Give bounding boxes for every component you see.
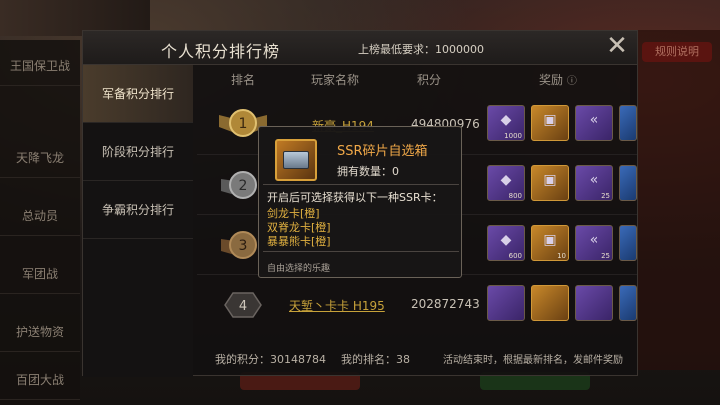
background-right-banner [630, 30, 720, 370]
reward-item[interactable] [487, 285, 525, 321]
item-description: 开启后可选择获得以下一种SSR卡： [267, 191, 443, 204]
reward-count: 800 [508, 192, 522, 200]
rules-button[interactable]: 规则说明 [642, 42, 712, 62]
table-row: 4 天堑丶卡卡 H195 202872743 [197, 275, 637, 335]
item-tooltip: SSR碎片自选箱 拥有数量：0 开启后可选择获得以下一种SSR卡： 剑龙卡[橙]… [258, 126, 462, 278]
background-event-list: 王国保卫战 天降飞龙 总动员 军团战 护送物资 百团大战 [0, 40, 80, 405]
divider [263, 184, 459, 185]
player-score: 202872743 [411, 297, 480, 311]
tab-hegemony-score[interactable]: 争霸积分排行 [83, 181, 193, 239]
header-rank: 排名 [231, 73, 256, 87]
rank-number: 2 [239, 178, 248, 194]
reward-item[interactable] [619, 165, 637, 201]
reward-item[interactable]: « [575, 105, 613, 141]
reward-item[interactable]: «25 [575, 165, 613, 201]
crystal-icon: ◆ [500, 172, 512, 188]
player-name-link[interactable]: 天堑丶卡卡 H195 [289, 297, 385, 314]
reward-count: 1000 [504, 132, 522, 140]
reward-item[interactable] [575, 285, 613, 321]
rank-number: 1 [239, 116, 248, 132]
reward-item[interactable]: ◆ 800 [487, 165, 525, 201]
item-title: SSR碎片自选箱 [337, 144, 428, 159]
bg-event-item[interactable]: 天降飞龙 [0, 138, 80, 178]
my-rank: 我的排名：38 [341, 353, 410, 366]
tab-armament-score[interactable]: 军备积分排行 [83, 65, 193, 123]
reward-item[interactable] [619, 285, 637, 321]
reward-count: 600 [508, 252, 522, 260]
rank-number: 3 [239, 238, 248, 254]
item-owned-count: 拥有数量：0 [337, 165, 399, 178]
header-rewards: 奖励 ⓘ [539, 71, 577, 88]
reward-item[interactable]: ◆ 1000 [487, 105, 525, 141]
info-icon[interactable]: ⓘ [567, 76, 577, 87]
close-icon[interactable]: ✕ [605, 33, 629, 59]
header-score: 积分 [417, 73, 442, 87]
header-player-name: 玩家名称 [311, 73, 360, 87]
reward-note: 活动结束时，根据最新排名，发邮件奖励 [443, 355, 623, 366]
ssr-chest-icon [275, 139, 317, 181]
reward-item[interactable] [619, 105, 637, 141]
ranking-tabs: 军备积分排行 阶段积分排行 争霸积分排行 [83, 65, 193, 377]
rank-number: 4 [239, 299, 247, 314]
chevron-icon: « [589, 172, 599, 188]
chevron-icon: « [589, 232, 599, 248]
chest-icon: ▣ [543, 112, 557, 128]
bg-event-item[interactable]: 护送物资 [0, 312, 80, 352]
crystal-icon: ◆ [500, 112, 512, 128]
bg-event-item[interactable]: 军团战 [0, 254, 80, 294]
panel-title: 个人积分排行榜 [161, 42, 281, 61]
reward-item[interactable]: ◆ 600 [487, 225, 525, 261]
reward-item[interactable]: «25 [575, 225, 613, 261]
item-option: 暴暴熊卡[橙] [267, 235, 331, 248]
reward-count: 25 [601, 192, 610, 200]
reward-item[interactable]: ▣ [531, 165, 569, 201]
bg-event-item[interactable]: 总动员 [0, 196, 80, 236]
my-score: 我的积分：30148784 [215, 353, 326, 366]
reward-count: 10 [557, 252, 566, 260]
reward-item[interactable] [619, 225, 637, 261]
min-requirement: 上榜最低要求：1000000 [358, 43, 484, 56]
item-flavor-text: 自由选择的乐趣 [267, 264, 331, 274]
reward-item[interactable]: ▣ 10 [531, 225, 569, 261]
rank-4-badge-icon: 4 [224, 292, 262, 318]
crystal-icon: ◆ [500, 232, 512, 248]
chevron-icon: « [589, 112, 599, 128]
divider [263, 251, 459, 252]
chest-icon: ▣ [543, 172, 557, 188]
reward-item[interactable]: ▣ [531, 105, 569, 141]
bg-event-item[interactable]: 百团大战 [0, 360, 80, 400]
reward-count: 25 [601, 252, 610, 260]
bg-event-item[interactable]: 王国保卫战 [0, 46, 80, 86]
tab-stage-score[interactable]: 阶段积分排行 [83, 123, 193, 181]
reward-item[interactable] [531, 285, 569, 321]
header-rewards-label: 奖励 [539, 73, 564, 87]
chest-icon: ▣ [543, 232, 557, 248]
panel-header: 个人积分排行榜 上榜最低要求：1000000 ✕ [83, 31, 637, 65]
